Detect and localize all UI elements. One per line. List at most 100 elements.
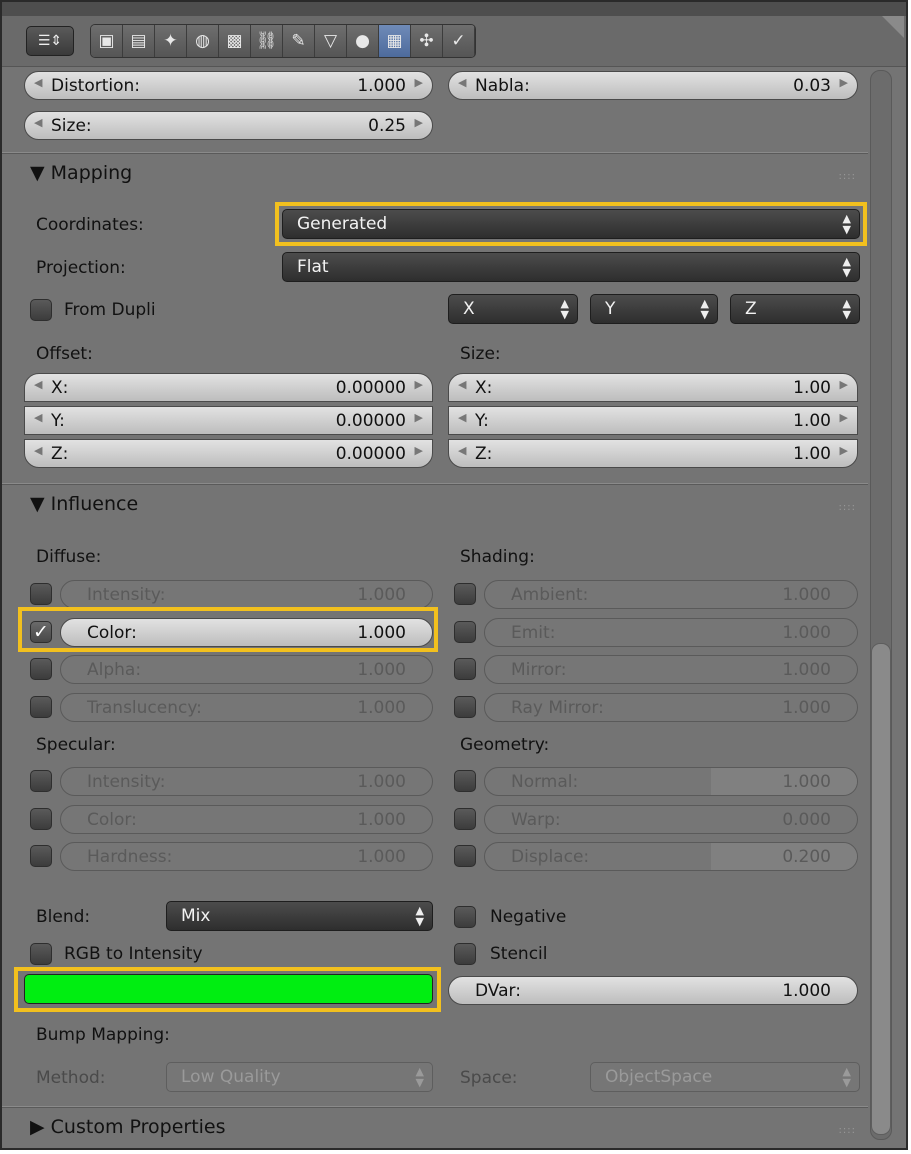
shading-0-slider[interactable]: Ambient: 1.000 bbox=[484, 580, 858, 609]
updown-arrow-icon: ▲ ▼ bbox=[842, 255, 851, 279]
area-corner-grip[interactable] bbox=[882, 16, 904, 38]
specular-1-slider[interactable]: Color: 1.000 bbox=[60, 804, 433, 834]
geometry-0-checkbox[interactable] bbox=[454, 770, 476, 792]
negative-checkbox[interactable] bbox=[454, 906, 476, 928]
geometry-0-slider[interactable]: Normal: 1.000 bbox=[484, 767, 858, 796]
size-z-field[interactable]: ◀ Z: 1.00 ▶ bbox=[448, 439, 858, 468]
geometry-2-slider[interactable]: Displace: 0.200 bbox=[484, 842, 858, 871]
decrement-arrow-icon[interactable]: ◀ bbox=[458, 411, 466, 424]
tab-texture[interactable]: ▦ bbox=[379, 25, 411, 57]
specular-1-checkbox[interactable] bbox=[30, 807, 52, 830]
specular-0-slider[interactable]: Intensity: 1.000 bbox=[60, 767, 433, 796]
space-dropdown[interactable]: ObjectSpace ▲ ▼ bbox=[590, 1062, 860, 1092]
size-field[interactable]: ◀ Size: 0.25 ▶ bbox=[24, 111, 433, 140]
tab-render[interactable]: ▣ bbox=[91, 25, 123, 57]
decrement-arrow-icon[interactable]: ◀ bbox=[34, 76, 42, 89]
increment-arrow-icon[interactable]: ▶ bbox=[840, 378, 848, 391]
tab-material[interactable]: ● bbox=[347, 25, 379, 57]
geometry-2-checkbox[interactable] bbox=[454, 845, 476, 867]
updown-arrow-icon: ▲ ▼ bbox=[560, 297, 569, 321]
decrement-arrow-icon[interactable]: ◀ bbox=[458, 444, 466, 457]
diffuse-0-slider[interactable]: Intensity: 1.000 bbox=[60, 580, 433, 609]
tab-constraints[interactable]: ⛓ bbox=[251, 25, 283, 57]
highlight-diffuse-color bbox=[18, 607, 438, 652]
tab-physics[interactable]: ✓ bbox=[443, 25, 475, 57]
increment-arrow-icon[interactable]: ▶ bbox=[415, 411, 423, 424]
method-label: Method: bbox=[36, 1068, 106, 1088]
triangle-right-icon: ▶ bbox=[30, 1116, 51, 1138]
drag-grip-icon[interactable]: :::: bbox=[839, 1125, 856, 1136]
shading-1-checkbox[interactable] bbox=[454, 620, 476, 643]
size-x-field[interactable]: ◀ X: 1.00 ▶ bbox=[448, 373, 858, 402]
diffuse-0-checkbox[interactable] bbox=[30, 583, 52, 605]
geometry-1-slider[interactable]: Warp: 0.000 bbox=[484, 804, 858, 834]
decrement-arrow-icon[interactable]: ◀ bbox=[458, 378, 466, 391]
mapping-panel-header[interactable]: ▼ Mapping :::: bbox=[2, 152, 868, 197]
mapping-y-dropdown[interactable]: Y ▲ ▼ bbox=[590, 294, 718, 324]
space-label: Space: bbox=[460, 1068, 518, 1088]
from-dupli-checkbox[interactable] bbox=[30, 299, 52, 321]
increment-arrow-icon[interactable]: ▶ bbox=[415, 116, 423, 129]
shading-1-slider[interactable]: Emit: 1.000 bbox=[484, 617, 858, 647]
nabla-field[interactable]: ◀ Nabla: 0.03 ▶ bbox=[448, 71, 858, 100]
increment-arrow-icon[interactable]: ▶ bbox=[415, 76, 423, 89]
method-dropdown[interactable]: Low Quality ▲ ▼ bbox=[166, 1062, 433, 1092]
distortion-label: Distortion: bbox=[51, 76, 141, 96]
increment-arrow-icon[interactable]: ▶ bbox=[415, 444, 423, 457]
increment-arrow-icon[interactable]: ▶ bbox=[840, 444, 848, 457]
diffuse-2-checkbox[interactable] bbox=[30, 658, 52, 680]
specular-2-slider[interactable]: Hardness: 1.000 bbox=[60, 842, 433, 871]
mapping-x-dropdown[interactable]: X ▲ ▼ bbox=[448, 294, 578, 324]
specular-slider-value: 1.000 bbox=[357, 772, 406, 792]
influence-panel-header[interactable]: ▼ Influence :::: bbox=[2, 483, 868, 528]
distortion-field[interactable]: ◀ Distortion: 1.000 ▶ bbox=[24, 71, 433, 100]
specular-2-checkbox[interactable] bbox=[30, 845, 52, 867]
drag-grip-icon[interactable]: :::: bbox=[839, 171, 856, 182]
scrollbar-thumb[interactable] bbox=[871, 643, 891, 1135]
decrement-arrow-icon[interactable]: ◀ bbox=[34, 378, 42, 391]
geometry-1-checkbox[interactable] bbox=[454, 807, 476, 830]
rgb-to-intensity-checkbox[interactable] bbox=[30, 943, 52, 965]
diffuse-3-slider[interactable]: Translucency: 1.000 bbox=[60, 692, 433, 722]
stencil-checkbox[interactable] bbox=[454, 943, 476, 965]
tab-object[interactable]: ▩ bbox=[219, 25, 251, 57]
geometry-slider-label: Displace: bbox=[511, 847, 590, 867]
tab-particles[interactable]: ✣ bbox=[411, 25, 443, 57]
decrement-arrow-icon[interactable]: ◀ bbox=[458, 76, 466, 89]
shading-2-checkbox[interactable] bbox=[454, 658, 476, 680]
dvar-label: DVar: bbox=[475, 981, 521, 1001]
increment-arrow-icon[interactable]: ▶ bbox=[840, 76, 848, 89]
specular-0-checkbox[interactable] bbox=[30, 770, 52, 792]
tab-object-data[interactable]: ▽ bbox=[315, 25, 347, 57]
vertical-scrollbar[interactable] bbox=[870, 70, 892, 1140]
editor-type-button[interactable]: ☰⇕ bbox=[26, 26, 74, 56]
shading-2-slider[interactable]: Mirror: 1.000 bbox=[484, 655, 858, 684]
decrement-arrow-icon[interactable]: ◀ bbox=[34, 411, 42, 424]
projection-dropdown[interactable]: Flat ▲ ▼ bbox=[282, 252, 860, 282]
bump-mapping-label: Bump Mapping: bbox=[36, 1025, 170, 1045]
decrement-arrow-icon[interactable]: ◀ bbox=[34, 444, 42, 457]
diffuse-2-slider[interactable]: Alpha: 1.000 bbox=[60, 655, 433, 684]
shading-3-slider[interactable]: Ray Mirror: 1.000 bbox=[484, 692, 858, 722]
offset-x-field[interactable]: ◀ X: 0.00000 ▶ bbox=[24, 373, 433, 402]
size-axis-label: X: bbox=[475, 378, 493, 398]
dvar-field[interactable]: DVar: 1.000 bbox=[448, 976, 858, 1005]
diffuse-3-checkbox[interactable] bbox=[30, 695, 52, 718]
size-y-field[interactable]: ◀ Y: 1.00 ▶ bbox=[448, 406, 858, 435]
tab-render-layers[interactable]: ▤ bbox=[123, 25, 155, 57]
custom-properties-panel-header[interactable]: ▶ Custom Properties :::: bbox=[2, 1106, 868, 1148]
shading-3-checkbox[interactable] bbox=[454, 695, 476, 718]
increment-arrow-icon[interactable]: ▶ bbox=[840, 411, 848, 424]
mapping-z-dropdown[interactable]: Z ▲ ▼ bbox=[730, 294, 860, 324]
blend-dropdown[interactable]: Mix ▲ ▼ bbox=[166, 901, 433, 931]
tab-modifiers[interactable]: ✎ bbox=[283, 25, 315, 57]
offset-z-field[interactable]: ◀ Z: 0.00000 ▶ bbox=[24, 439, 433, 468]
shading-slider-label: Emit: bbox=[511, 622, 556, 643]
drag-grip-icon[interactable]: :::: bbox=[839, 502, 856, 513]
tab-world[interactable]: ◍ bbox=[187, 25, 219, 57]
offset-y-field[interactable]: ◀ Y: 0.00000 ▶ bbox=[24, 406, 433, 435]
tab-scene[interactable]: ✦ bbox=[155, 25, 187, 57]
increment-arrow-icon[interactable]: ▶ bbox=[415, 378, 423, 391]
decrement-arrow-icon[interactable]: ◀ bbox=[34, 116, 42, 129]
shading-0-checkbox[interactable] bbox=[454, 583, 476, 605]
